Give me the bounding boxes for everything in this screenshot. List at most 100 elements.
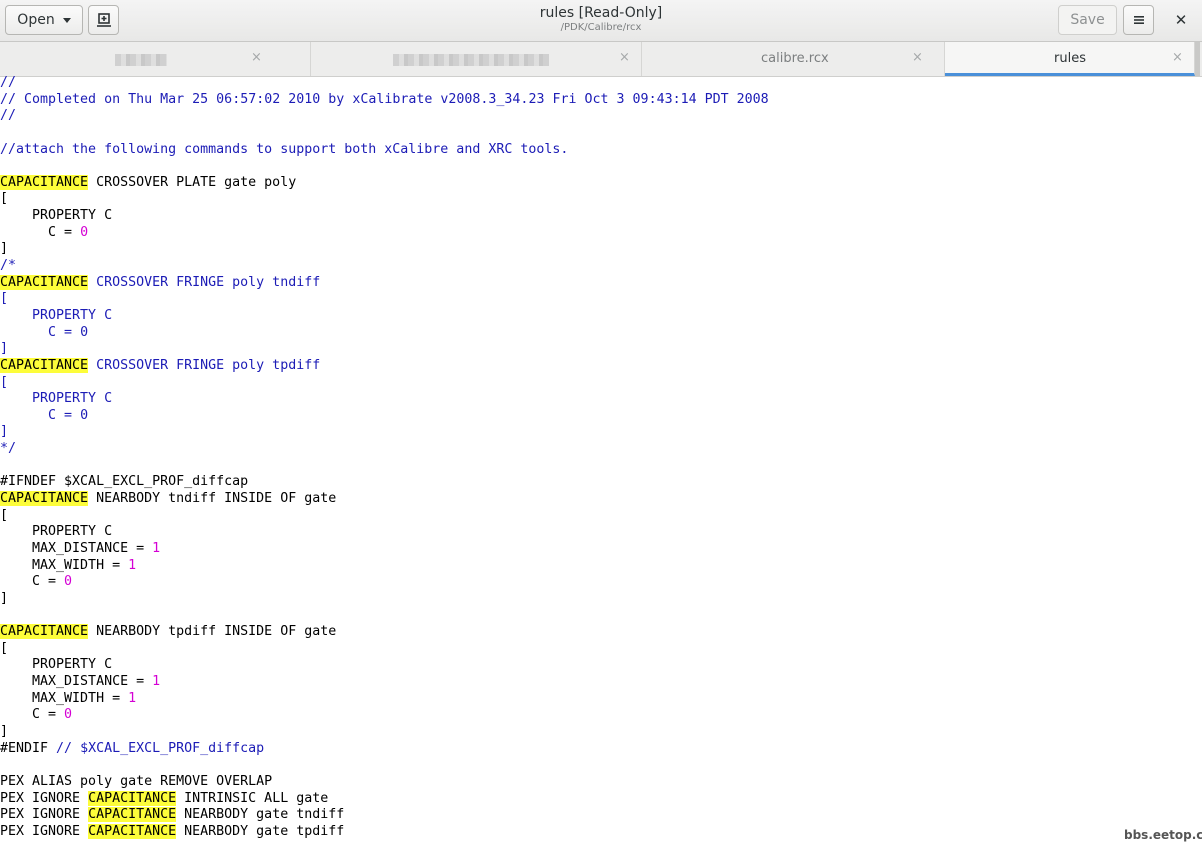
code-line: CAPACITANCE CROSSOVER FRINGE poly tpdiff: [0, 357, 1195, 375]
comment-text: ]: [0, 341, 9, 357]
code-text: MAX_WIDTH =: [0, 557, 129, 573]
capacitance-keyword-highlight: CAPACITANCE: [88, 790, 177, 806]
numeric-literal: 1: [128, 557, 137, 573]
new-document-button[interactable]: [88, 5, 119, 35]
code-line: PROPERTY C: [0, 391, 1195, 408]
comment-text: C =: [0, 407, 81, 423]
capacitance-keyword-highlight: CAPACITANCE: [0, 357, 89, 373]
capacitance-keyword-highlight: CAPACITANCE: [0, 174, 89, 190]
save-button[interactable]: Save: [1058, 5, 1117, 35]
capacitance-keyword-highlight: CAPACITANCE: [0, 624, 89, 640]
close-icon[interactable]: ×: [1172, 50, 1183, 65]
comment-text: 2010: [288, 91, 321, 107]
tab-1[interactable]: ×: [0, 42, 311, 76]
code-line: [: [0, 508, 1195, 525]
numeric-literal: 0: [64, 574, 73, 590]
comment-text: 2008: [736, 91, 769, 107]
code-line: PEX IGNORE CAPACITANCE NEARBODY gate tpd…: [0, 823, 1195, 841]
numeric-literal: 0: [80, 224, 89, 240]
comment-text: /*: [0, 258, 17, 274]
code-text: PEX IGNORE: [0, 823, 89, 839]
code-line: PROPERTY C: [0, 308, 1195, 325]
hamburger-menu-icon: [1133, 16, 1144, 24]
code-text: #IFNDEF $XCAL_EXCL_PROF_diffcap: [0, 474, 249, 490]
window-title-area: rules [Read-Only] /PDK/Calibre/rcx: [440, 5, 762, 35]
code-text: MAX_DISTANCE =: [0, 540, 153, 556]
comment-text: by xCalibrate v2008.3_34.: [320, 91, 529, 107]
comment-text: :: [232, 91, 241, 107]
code-line: ]: [0, 591, 1195, 608]
code-line: [: [0, 375, 1195, 392]
code-line: CAPACITANCE CROSSOVER PLATE gate poly: [0, 174, 1195, 192]
watermark: bbs.eetop.cn: [1124, 828, 1202, 842]
comment-text: // $XCAL_EXCL_PROF_diffcap: [56, 740, 265, 756]
code-line: //: [0, 75, 1195, 92]
capacitance-keyword-highlight: CAPACITANCE: [0, 491, 89, 507]
comment-text: 14: [680, 91, 697, 107]
code-line: C = 0: [0, 707, 1195, 724]
code-text: ]: [0, 723, 9, 739]
comment-text: 0: [80, 324, 89, 340]
tab-2[interactable]: ×: [311, 42, 642, 76]
numeric-literal: 1: [152, 540, 161, 556]
close-icon[interactable]: ×: [251, 50, 262, 65]
code-line: C = 0: [0, 574, 1195, 591]
code-line: MAX_WIDTH = 1: [0, 558, 1195, 575]
tab-scrollbar[interactable]: [1195, 42, 1200, 76]
comment-text: C =: [0, 324, 81, 340]
code-text: NEARBODY gate tndiff: [176, 807, 345, 823]
code-text: NEARBODY tpdiff INSIDE OF gate: [88, 624, 337, 640]
comment-text: PDT: [696, 91, 737, 107]
code-line: CAPACITANCE NEARBODY tpdiff INSIDE OF ga…: [0, 624, 1195, 641]
code-text: MAX_WIDTH =: [0, 690, 129, 706]
code-line: PROPERTY C: [0, 208, 1195, 225]
code-text: C =: [0, 574, 65, 590]
comment-text: :: [672, 91, 681, 107]
tab-rules[interactable]: rules ×: [945, 42, 1195, 76]
close-icon[interactable]: ×: [619, 50, 630, 65]
tab-bar: × × calibre.rcx × rules ×: [0, 42, 1202, 77]
window-title: rules [Read-Only]: [539, 5, 663, 21]
comment-text: 09: [632, 91, 649, 107]
comment-text: 0: [80, 407, 89, 423]
comment-text: //: [0, 108, 17, 124]
code-line: [: [0, 641, 1195, 658]
code-line: MAX_DISTANCE = 1: [0, 674, 1195, 691]
code-text: ]: [0, 590, 9, 606]
code-line: [: [0, 291, 1195, 308]
window-close-button[interactable]: ✕: [1166, 9, 1196, 31]
window-subtitle: /PDK/Calibre/rcx: [560, 22, 642, 33]
code-line: CAPACITANCE NEARBODY tndiff INSIDE OF ga…: [0, 491, 1195, 508]
code-line: ]: [0, 724, 1195, 741]
code-text: [: [0, 507, 9, 523]
code-line: MAX_DISTANCE = 1: [0, 541, 1195, 558]
code-line: /*: [0, 258, 1195, 275]
menu-button[interactable]: [1123, 5, 1154, 35]
comment-text: [208, 92, 216, 107]
code-line: PEX IGNORE CAPACITANCE INTRINSIC ALL gat…: [0, 790, 1195, 808]
open-button-label: Open: [17, 12, 55, 28]
code-line: C = 0: [0, 408, 1195, 425]
tab-calibre-rcx[interactable]: calibre.rcx ×: [642, 42, 945, 76]
code-text: #ENDIF: [0, 740, 57, 756]
code-line: PROPERTY C: [0, 524, 1195, 541]
close-icon[interactable]: ×: [912, 50, 923, 65]
comment-text: CROSSOVER FRINGE poly tndiff: [88, 274, 321, 290]
comment-text: 23: [528, 91, 545, 107]
comment-text: Fri Oct: [544, 91, 617, 107]
comment-text: [: [0, 291, 9, 307]
code-line: //attach the following commands to suppo…: [0, 142, 1195, 159]
tab-1-label-blurred: [115, 54, 167, 66]
code-line: //: [0, 108, 1195, 125]
code-text: NEARBODY gate tpdiff: [176, 823, 345, 839]
text-editor-view[interactable]: //// Completed on Thu Mar 25 06:57:02 20…: [0, 75, 1195, 848]
comment-text: 57: [240, 91, 257, 107]
code-line: [: [0, 191, 1195, 208]
comment-text: 06: [216, 91, 233, 107]
open-button[interactable]: Open: [5, 5, 83, 35]
code-line: #ENDIF // $XCAL_EXCL_PROF_diffcap: [0, 741, 1195, 758]
code-line: C = 0: [0, 225, 1195, 242]
code-line: ]: [0, 341, 1195, 358]
